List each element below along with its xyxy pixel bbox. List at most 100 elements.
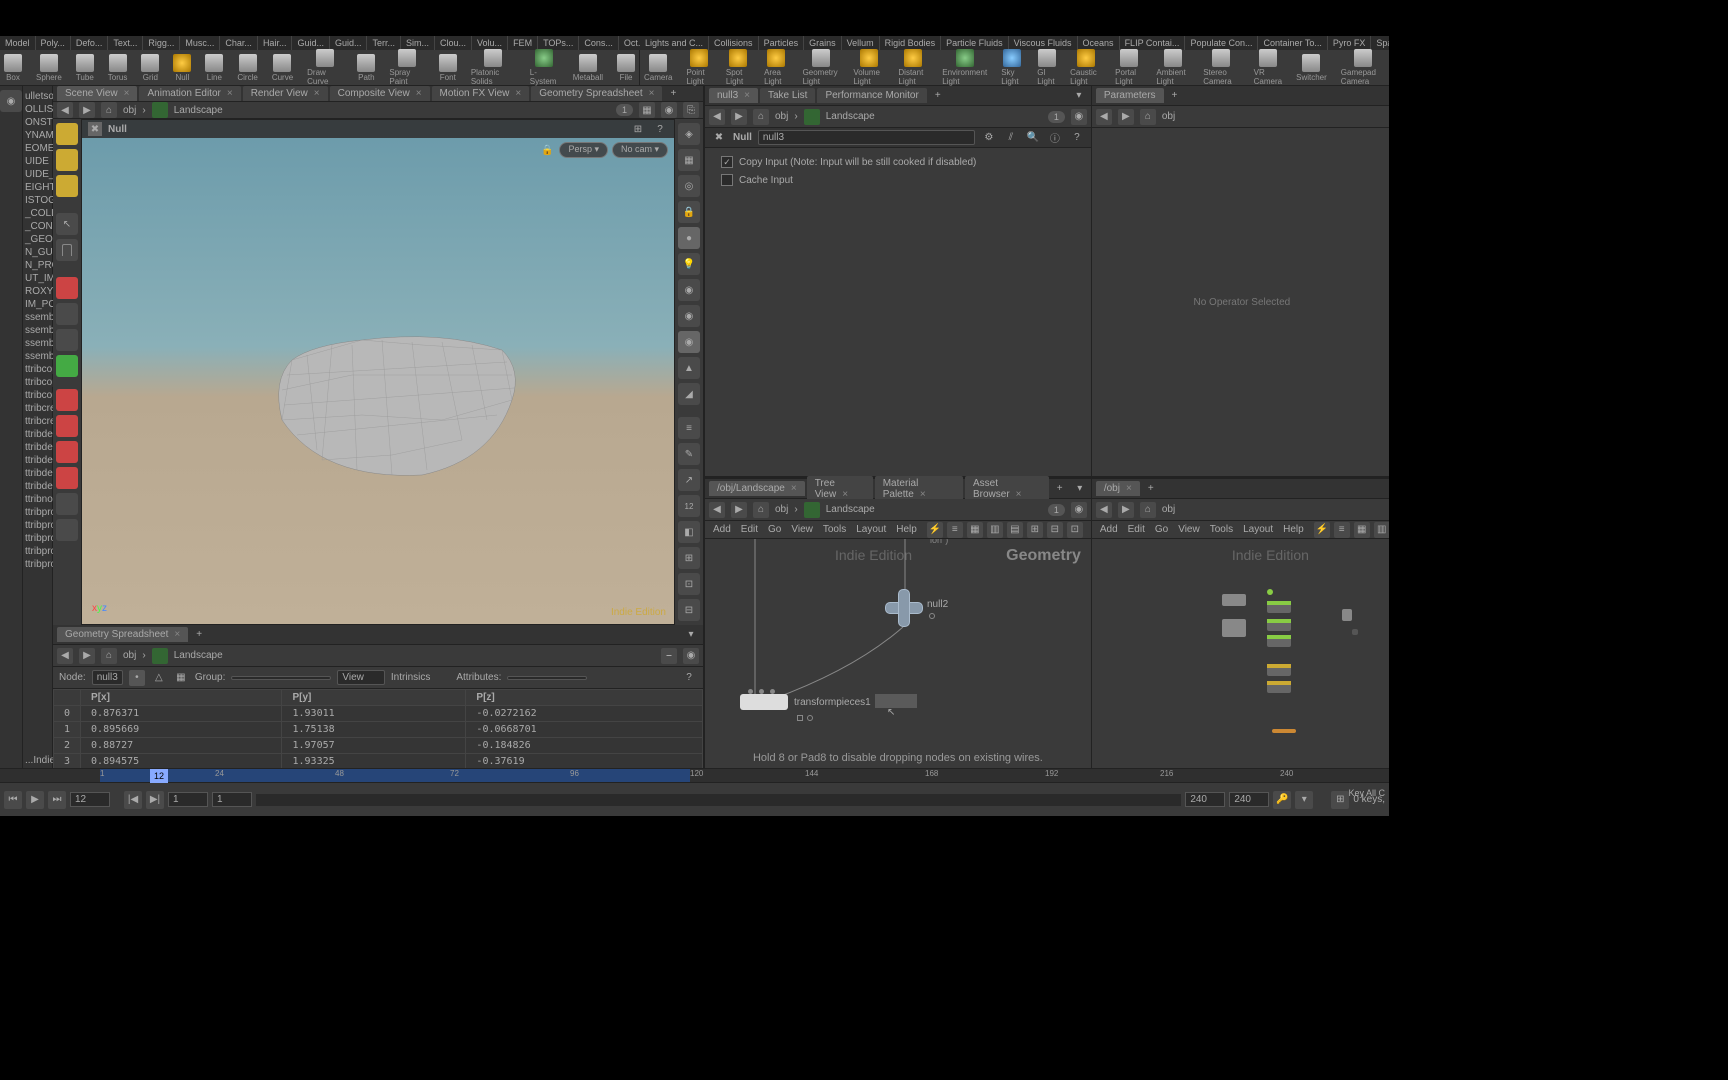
move-tool[interactable]	[56, 149, 78, 171]
shelf-tab[interactable]: Rigg...	[143, 36, 180, 50]
menu-view[interactable]: View	[791, 524, 813, 535]
layout-icon[interactable]: ▤	[1007, 522, 1023, 538]
menu-help[interactable]: Help	[1283, 524, 1304, 535]
pr-nav-back[interactable]: ◀	[1096, 109, 1112, 125]
mini-node-4[interactable]	[1267, 619, 1291, 631]
shelf-torus[interactable]: Torus	[108, 54, 128, 82]
vis-tool-1[interactable]: ▲	[678, 357, 700, 379]
param-help-icon[interactable]: ?	[1069, 130, 1085, 146]
shelf-null[interactable]: Null	[173, 54, 191, 82]
tool-d[interactable]	[56, 355, 78, 377]
range-end2-field[interactable]: 240	[1229, 792, 1269, 807]
range-end-field[interactable]: 240	[1185, 792, 1225, 807]
layout-icon[interactable]: ⊡	[1067, 522, 1083, 538]
pm-path-node[interactable]: Landscape	[826, 111, 875, 122]
node-field[interactable]: null3	[92, 670, 123, 685]
add-tab-button[interactable]: +	[1166, 88, 1184, 103]
network-canvas[interactable]: Indie Edition ion") Geometry null2	[705, 539, 1091, 768]
disp-tool-2[interactable]: ▦	[678, 149, 700, 171]
add-tab-button[interactable]: +	[1142, 481, 1160, 496]
shelf-tab[interactable]: Terr...	[367, 36, 401, 50]
disp-tool-4[interactable]: 🔒	[678, 201, 700, 223]
shelf-tab[interactable]: FEM	[508, 36, 538, 50]
shelf-ambient-light[interactable]: Ambient Light	[1156, 49, 1189, 86]
mini-node-10[interactable]	[1272, 729, 1296, 733]
pm-link-icon[interactable]: ◉	[1071, 109, 1087, 125]
ss-nav-fwd[interactable]: ▶	[79, 648, 95, 664]
home-icon[interactable]: ⌂	[101, 102, 117, 118]
path-obj[interactable]: obj	[123, 105, 136, 116]
layout-icon[interactable]: ▦	[1354, 522, 1370, 538]
ss-path-node[interactable]: Landscape	[174, 650, 223, 661]
path-node[interactable]: Landscape	[174, 105, 223, 116]
close-icon[interactable]: ×	[174, 629, 180, 640]
add-tab-button[interactable]: +	[1051, 481, 1069, 496]
shelf-tab[interactable]: Vellum	[842, 36, 880, 50]
close-icon[interactable]: ×	[515, 88, 521, 99]
column-header[interactable]	[54, 690, 81, 706]
lock-tool[interactable]	[56, 239, 78, 261]
light-tool-4[interactable]: ◉	[678, 331, 700, 353]
shelf-spray-paint[interactable]: Spray Paint	[389, 49, 424, 86]
shelf-tab[interactable]: Guid...	[330, 36, 368, 50]
table-row[interactable]: 10.8956691.75138-0.0668701	[54, 722, 703, 738]
tl-menu-icon[interactable]: ▾	[1295, 791, 1313, 809]
pm-home-icon[interactable]: ⌂	[753, 109, 769, 125]
vis-tool-5[interactable]: ↗	[678, 469, 700, 491]
tab-composite-view[interactable]: Composite View×	[330, 86, 430, 101]
tab-parameters[interactable]: Parameters	[1096, 88, 1164, 103]
ss-pin-icon[interactable]: ⎯	[661, 648, 677, 664]
net-home-icon[interactable]: ⌂	[753, 502, 769, 518]
pr-path-obj[interactable]: obj	[1162, 111, 1175, 122]
shelf-tab[interactable]: Model	[0, 36, 36, 50]
shelf-tab[interactable]: Grains	[804, 36, 842, 50]
filter-icon[interactable]: ⫽	[1003, 130, 1019, 146]
shelf-tab[interactable]: Sparse Pyro FX	[1371, 36, 1389, 50]
search-icon[interactable]: 🔍	[1025, 130, 1041, 146]
camera-dropdown[interactable]: No cam ▾	[612, 142, 668, 158]
column-header[interactable]: P[z]	[466, 690, 703, 706]
tool-j[interactable]	[56, 519, 78, 541]
layout-icon[interactable]: ⚡	[927, 522, 943, 538]
mn-home-icon[interactable]: ⌂	[1140, 502, 1156, 518]
layout-icon[interactable]: ▦	[967, 522, 983, 538]
ss-home-icon[interactable]: ⌂	[101, 648, 117, 664]
table-row[interactable]: 30.8945751.93325-0.37619	[54, 754, 703, 769]
shelf-tab[interactable]: Oct...	[619, 36, 640, 50]
tab-scene-view[interactable]: Scene View×	[57, 86, 137, 101]
layout-icon[interactable]: ≡	[947, 522, 963, 538]
shelf-tab[interactable]: Sim...	[401, 36, 435, 50]
pane-menu-icon[interactable]: ▾	[1071, 88, 1087, 104]
shelf-tab[interactable]: Lights and C...	[640, 36, 709, 50]
lock-view-icon[interactable]: 🔒	[539, 142, 555, 158]
shelf-tab[interactable]: TOPs...	[538, 36, 579, 50]
shelf-tab[interactable]: Collisions	[709, 36, 759, 50]
menu-view[interactable]: View	[1178, 524, 1200, 535]
mini-node-8[interactable]	[1342, 609, 1352, 621]
help-icon[interactable]: ?	[652, 121, 668, 137]
menu-go[interactable]: Go	[768, 524, 781, 535]
shelf-tab[interactable]: FLIP Contai...	[1120, 36, 1186, 50]
shelf-tab[interactable]: Pyro FX	[1328, 36, 1372, 50]
shelf-tab[interactable]: Particles	[759, 36, 805, 50]
copy-input-checkbox[interactable]: ✓	[721, 156, 733, 168]
net-nav-back[interactable]: ◀	[709, 502, 725, 518]
verts-icon[interactable]: △	[151, 670, 167, 686]
range-start-field[interactable]: 1	[168, 792, 208, 807]
menu-add[interactable]: Add	[1100, 524, 1118, 535]
column-header[interactable]: P[y]	[282, 690, 466, 706]
shelf-circle[interactable]: Circle	[237, 54, 257, 82]
mn-nav-back[interactable]: ◀	[1096, 502, 1112, 518]
play-start-button[interactable]: ⏮	[4, 791, 22, 809]
tool-f[interactable]	[56, 415, 78, 437]
vis-tool-2[interactable]: ◢	[678, 383, 700, 405]
shelf-tab[interactable]: Poly...	[36, 36, 71, 50]
persp-dropdown[interactable]: Persp ▾	[559, 142, 608, 158]
shelf-platonic-solids[interactable]: Platonic Solids	[471, 49, 516, 86]
net-nav-fwd[interactable]: ▶	[731, 502, 747, 518]
shelf-tab[interactable]: Volu...	[472, 36, 508, 50]
shelf-sphere[interactable]: Sphere	[36, 54, 62, 82]
disp-tool-1[interactable]: ◈	[678, 123, 700, 145]
mn-nav-fwd[interactable]: ▶	[1118, 502, 1134, 518]
view-dropdown[interactable]: View	[337, 670, 385, 685]
